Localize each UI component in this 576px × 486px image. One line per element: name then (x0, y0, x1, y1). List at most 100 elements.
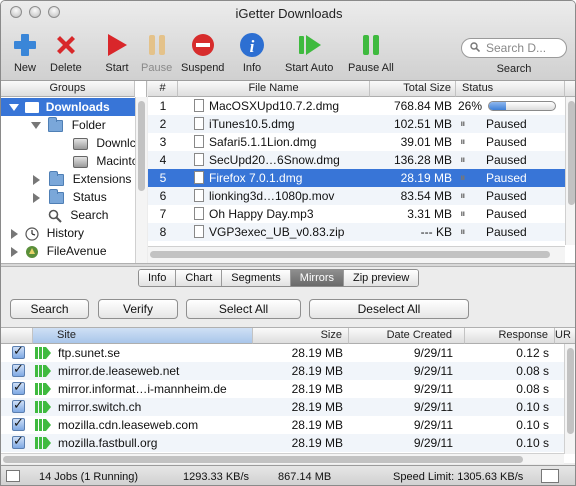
mirror-row[interactable]: mozilla.fastbull.org 28.19 MB 9/29/11 0.10 … (1, 432, 564, 452)
speed-limit-status: Speed Limit: 1305.63 KB/s (393, 471, 524, 483)
row-number: 7 (159, 207, 167, 221)
mirror-checkbox[interactable] (12, 378, 25, 396)
select-all-button[interactable]: Select All (186, 299, 301, 319)
sidebar-scrollbar[interactable] (135, 97, 147, 263)
sidebar-item-extensions[interactable]: Extensions (1, 170, 135, 188)
row-number: 4 (159, 153, 167, 167)
mirror-row[interactable]: mozilla.cdn.leaseweb.com 28.19 MB 9/29/11 0… (1, 414, 564, 434)
col-response[interactable]: Response (465, 328, 555, 344)
tab-chart[interactable]: Chart (176, 270, 223, 286)
col-num[interactable]: # (148, 81, 178, 97)
col-status[interactable]: Status (456, 81, 565, 97)
info-button[interactable]: i Info (238, 31, 266, 74)
mirror-checkbox[interactable] (12, 396, 25, 414)
pause-all-button[interactable]: Pause All (348, 31, 394, 74)
disclosure-triangle-icon[interactable] (33, 192, 40, 203)
delete-button[interactable]: Delete (50, 31, 82, 74)
start-button[interactable]: Start (103, 31, 131, 74)
toggle-drawer-icon[interactable] (6, 470, 20, 482)
search-input[interactable]: Search D... (461, 38, 567, 58)
sidebar-scroll-thumb[interactable] (138, 101, 145, 191)
mirror-checkbox[interactable] (12, 432, 25, 450)
file-name: VGP3exec_UB_v0.83.zip (209, 225, 345, 239)
sidebar-item-macintosh-disk[interactable]: Macintc (1, 152, 135, 170)
search-mirrors-button[interactable]: Search (10, 299, 89, 319)
sidebar-item-status[interactable]: Status (1, 188, 135, 206)
file-name: lionking3d…1080p.mov (209, 189, 335, 203)
speed-limit-toggle-icon[interactable] (541, 469, 559, 483)
start-auto-label: Start Auto (285, 62, 334, 74)
split-divider[interactable] (1, 263, 575, 267)
verify-button[interactable]: Verify (98, 299, 178, 319)
file-name-cell: Firefox 7.0.1.dmg (194, 169, 370, 187)
disclosure-triangle-icon[interactable] (33, 174, 40, 185)
sidebar-item-fileavenue[interactable]: FileAvenue (1, 242, 135, 260)
tab-zip-preview[interactable]: Zip preview (344, 270, 419, 286)
download-row[interactable]: 4 SecUpd20…6Snow.dmg 136.28 MB ⏸ Paused (148, 151, 565, 169)
pause-button[interactable]: Pause (141, 31, 172, 74)
mirror-checkbox[interactable] (12, 360, 25, 378)
mirror-date: 9/29/11 (413, 418, 453, 432)
downloads-hscrollbar[interactable] (148, 246, 565, 263)
mirror-row[interactable]: mirror.de.leaseweb.net 28.19 MB 9/29/11 0.0… (1, 360, 564, 380)
download-row[interactable]: 7 Oh Happy Day.mp3 3.31 MB ⏸ Paused (148, 205, 565, 223)
download-row[interactable]: 5 Firefox 7.0.1.dmg 28.19 MB ⏸ Paused (148, 169, 565, 187)
mirrors-hscrollbar[interactable] (1, 453, 564, 464)
mirror-response: 0.08 s (516, 364, 549, 378)
sidebar-item-search[interactable]: Search (1, 206, 135, 224)
start-auto-button[interactable]: Start Auto (285, 31, 333, 74)
sidebar-item-downloads-disk[interactable]: Downlc (1, 134, 135, 152)
disclosure-triangle-icon[interactable] (11, 246, 18, 257)
delete-label: Delete (50, 62, 82, 74)
download-row[interactable]: 3 Safari5.1.1Lion.dmg 39.01 MB ⏸ Paused (148, 133, 565, 151)
col-size[interactable]: Size (253, 328, 349, 344)
folder-icon (48, 116, 64, 132)
sidebar-item-label: Downlc (96, 136, 135, 150)
download-row[interactable]: 6 lionking3d…1080p.mov 83.54 MB ⏸ Paused (148, 187, 565, 205)
mirrors-scroll-thumb[interactable] (567, 348, 574, 434)
downloads-hscroll-thumb[interactable] (150, 251, 550, 258)
file-name-cell: VGP3exec_UB_v0.83.zip (194, 223, 370, 241)
mirrors-hscroll-thumb[interactable] (3, 456, 523, 463)
sidebar-item-history[interactable]: History (1, 224, 135, 242)
download-row[interactable]: 2 iTunes10.5.dmg 102.51 MB ⏸ Paused (148, 115, 565, 133)
sidebar-item-downloads[interactable]: Downloads (1, 98, 135, 116)
disclosure-triangle-icon[interactable] (9, 104, 19, 112)
mirror-row[interactable]: ftp.sunet.se 28.19 MB 9/29/11 0.12 s (1, 342, 564, 362)
mirror-row[interactable]: mirror.switch.ch 28.19 MB 9/29/11 0.10 s (1, 396, 564, 416)
deselect-all-button[interactable]: Deselect All (309, 299, 469, 319)
downloads-scroll-thumb[interactable] (568, 101, 575, 205)
download-row[interactable]: 1 MacOSXUpd10.7.2.dmg 768.84 MB 26% (148, 97, 565, 115)
download-status: Paused (486, 189, 527, 203)
col-total-size[interactable]: Total Size (370, 81, 456, 97)
suspend-button[interactable]: Suspend (181, 31, 224, 74)
col-date-created[interactable]: Date Created (349, 328, 465, 344)
file-name: Firefox 7.0.1.dmg (209, 171, 303, 185)
mirror-size: 28.19 MB (291, 382, 343, 396)
mirror-site: ftp.sunet.se (58, 346, 121, 360)
tab-info[interactable]: Info (139, 270, 177, 286)
download-row[interactable]: 8 VGP3exec_UB_v0.83.zip --- KB ⏸ Paused (148, 223, 565, 241)
col-ur[interactable]: UR (555, 328, 575, 344)
col-site[interactable]: Site (33, 328, 253, 344)
new-button[interactable]: New (11, 31, 39, 74)
mirror-checkbox[interactable] (12, 414, 25, 432)
sidebar-item-folder[interactable]: Folder (1, 116, 135, 134)
mirror-checkbox[interactable] (12, 342, 25, 360)
disclosure-triangle-icon[interactable] (11, 228, 18, 239)
paused-icon: ⏸ (460, 136, 466, 148)
col-filename[interactable]: File Name (178, 81, 370, 97)
disk-icon (73, 155, 88, 168)
disclosure-triangle-icon[interactable] (31, 122, 41, 130)
downloads-scrollbar[interactable] (565, 97, 575, 245)
download-status: Paused (486, 153, 527, 167)
tab-mirrors[interactable]: Mirrors (290, 270, 345, 286)
status-percent: 26% (458, 99, 483, 113)
mirror-date: 9/29/11 (413, 382, 453, 396)
groups-header[interactable]: Groups (1, 81, 135, 97)
plus-icon (14, 34, 36, 56)
tab-segments[interactable]: Segments (222, 270, 291, 286)
file-icon (194, 153, 204, 166)
mirrors-scrollbar[interactable] (564, 344, 575, 454)
mirror-row[interactable]: mirror.informat…i-mannheim.de 28.19 MB 9/2… (1, 378, 564, 398)
